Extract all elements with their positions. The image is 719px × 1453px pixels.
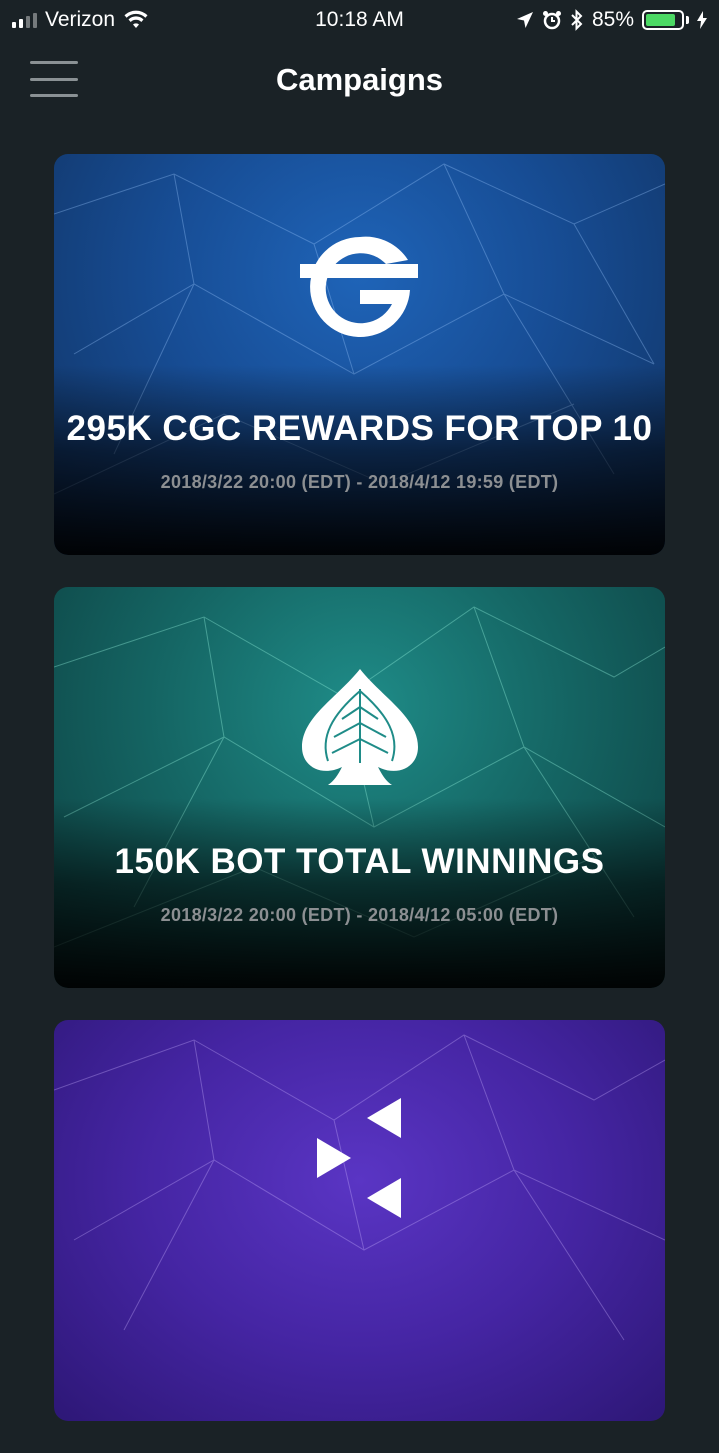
- triangles-logo: [316, 1098, 401, 1218]
- wifi-icon: [124, 10, 148, 28]
- page-title: Campaigns: [275, 62, 444, 97]
- campaign-dates: 2018/3/22 20:00 (EDT) - 2018/4/12 19:59 …: [160, 472, 559, 492]
- location-arrow-icon: [516, 12, 533, 28]
- campaign-card-third[interactable]: [54, 1020, 665, 1421]
- signal-icon: [12, 12, 37, 28]
- cgc-g-logo: [299, 236, 418, 337]
- nav-bar: Campaigns: [0, 40, 719, 120]
- campaign-dates: 2018/3/22 20:00 (EDT) - 2018/4/12 05:00 …: [160, 905, 559, 925]
- campaign-list: 295K CGC REWARDS FOR TOP 10 2018/3/22 20…: [54, 154, 665, 1453]
- campaign-title: 150K BOT TOTAL WINNINGS: [114, 842, 605, 881]
- charging-bolt-icon: [697, 11, 707, 29]
- alarm-icon: [542, 11, 561, 30]
- campaign-card-cgc-rewards[interactable]: 295K CGC REWARDS FOR TOP 10 2018/3/22 20…: [54, 154, 665, 555]
- campaign-title: 295K CGC REWARDS FOR TOP 10: [66, 409, 653, 448]
- network-pattern: [54, 1034, 665, 1341]
- bluetooth-icon: [571, 9, 583, 31]
- battery-percent: 85%: [591, 8, 634, 31]
- battery-icon: [642, 10, 689, 30]
- campaign-card-bot-winnings[interactable]: 150K BOT TOTAL WINNINGS 2018/3/22 20:00 …: [54, 587, 665, 988]
- status-bar: Verizon 10:18 AM 85%: [0, 0, 719, 40]
- carrier-label: Verizon: [45, 8, 116, 31]
- spade-leaf-logo: [301, 669, 418, 785]
- hamburger-menu-icon[interactable]: [30, 61, 78, 97]
